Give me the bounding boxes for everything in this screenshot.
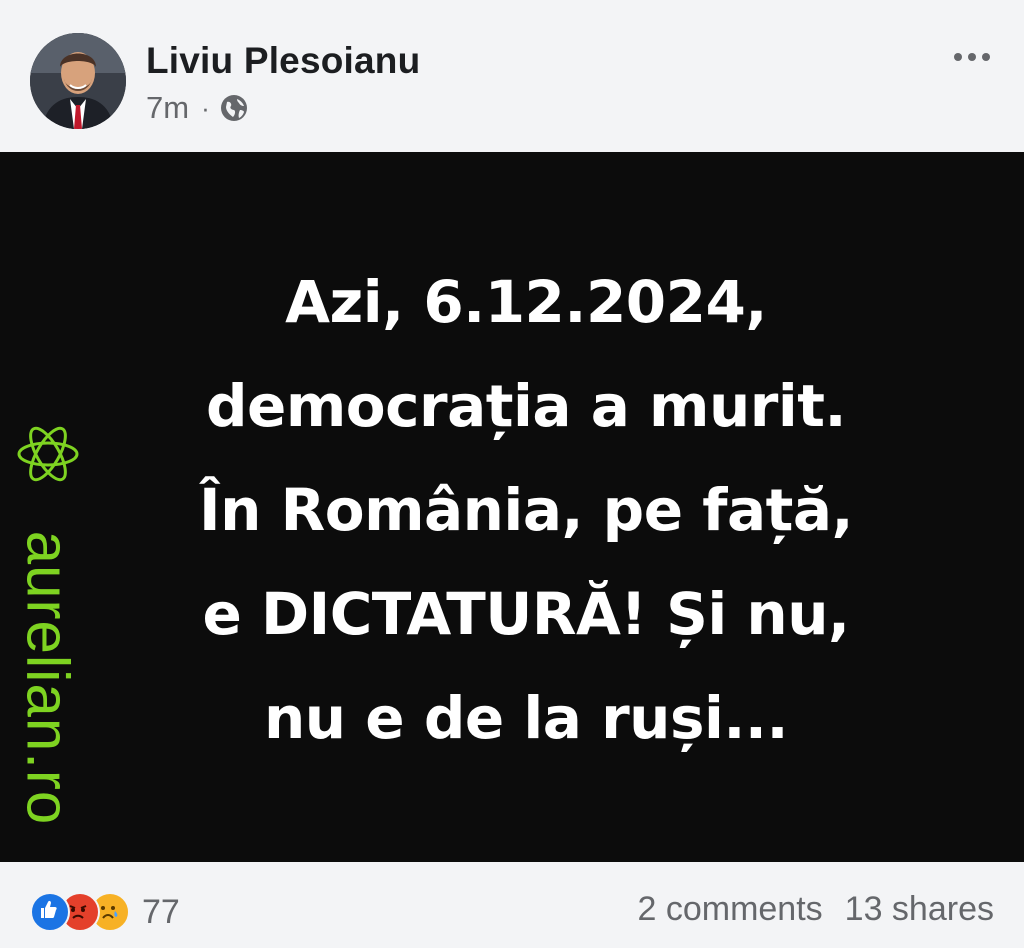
quote-line: În România, pe față, (199, 476, 854, 544)
like-icon (30, 892, 70, 932)
reaction-count: 77 (142, 892, 180, 931)
quote-line: nu e de la ruși... (264, 684, 788, 752)
reactions-summary[interactable]: 77 (30, 892, 180, 932)
quote-text: Azi, 6.12.2024, democrația a murit. În R… (96, 250, 956, 770)
post-meta: 7m · (146, 90, 249, 126)
meta-separator: · (201, 92, 210, 123)
more-dot (982, 53, 990, 61)
post-time[interactable]: 7m (146, 90, 189, 126)
post-image[interactable]: aurelian.ro Azi, 6.12.2024, democrația a… (0, 152, 1024, 862)
watermark-text: aurelian.ro (14, 531, 82, 826)
more-dot (968, 53, 976, 61)
quote-line: democrația a murit. (206, 372, 847, 440)
more-options-button[interactable] (954, 40, 990, 74)
avatar[interactable] (30, 33, 126, 129)
author-name[interactable]: Liviu Plesoianu (146, 40, 420, 82)
post-stats: 2 comments 13 shares (637, 890, 994, 929)
atom-logo-icon (17, 426, 79, 482)
post-header: Liviu Plesoianu 7m · (0, 0, 1024, 152)
watermark: aurelian.ro (14, 426, 82, 862)
globe-icon[interactable] (219, 93, 249, 123)
shares-link[interactable]: 13 shares (845, 890, 994, 929)
comments-link[interactable]: 2 comments (637, 890, 822, 929)
quote-line: Azi, 6.12.2024, (285, 268, 767, 336)
more-dot (954, 53, 962, 61)
quote-line: e DICTATURĂ! Și nu, (202, 580, 850, 648)
